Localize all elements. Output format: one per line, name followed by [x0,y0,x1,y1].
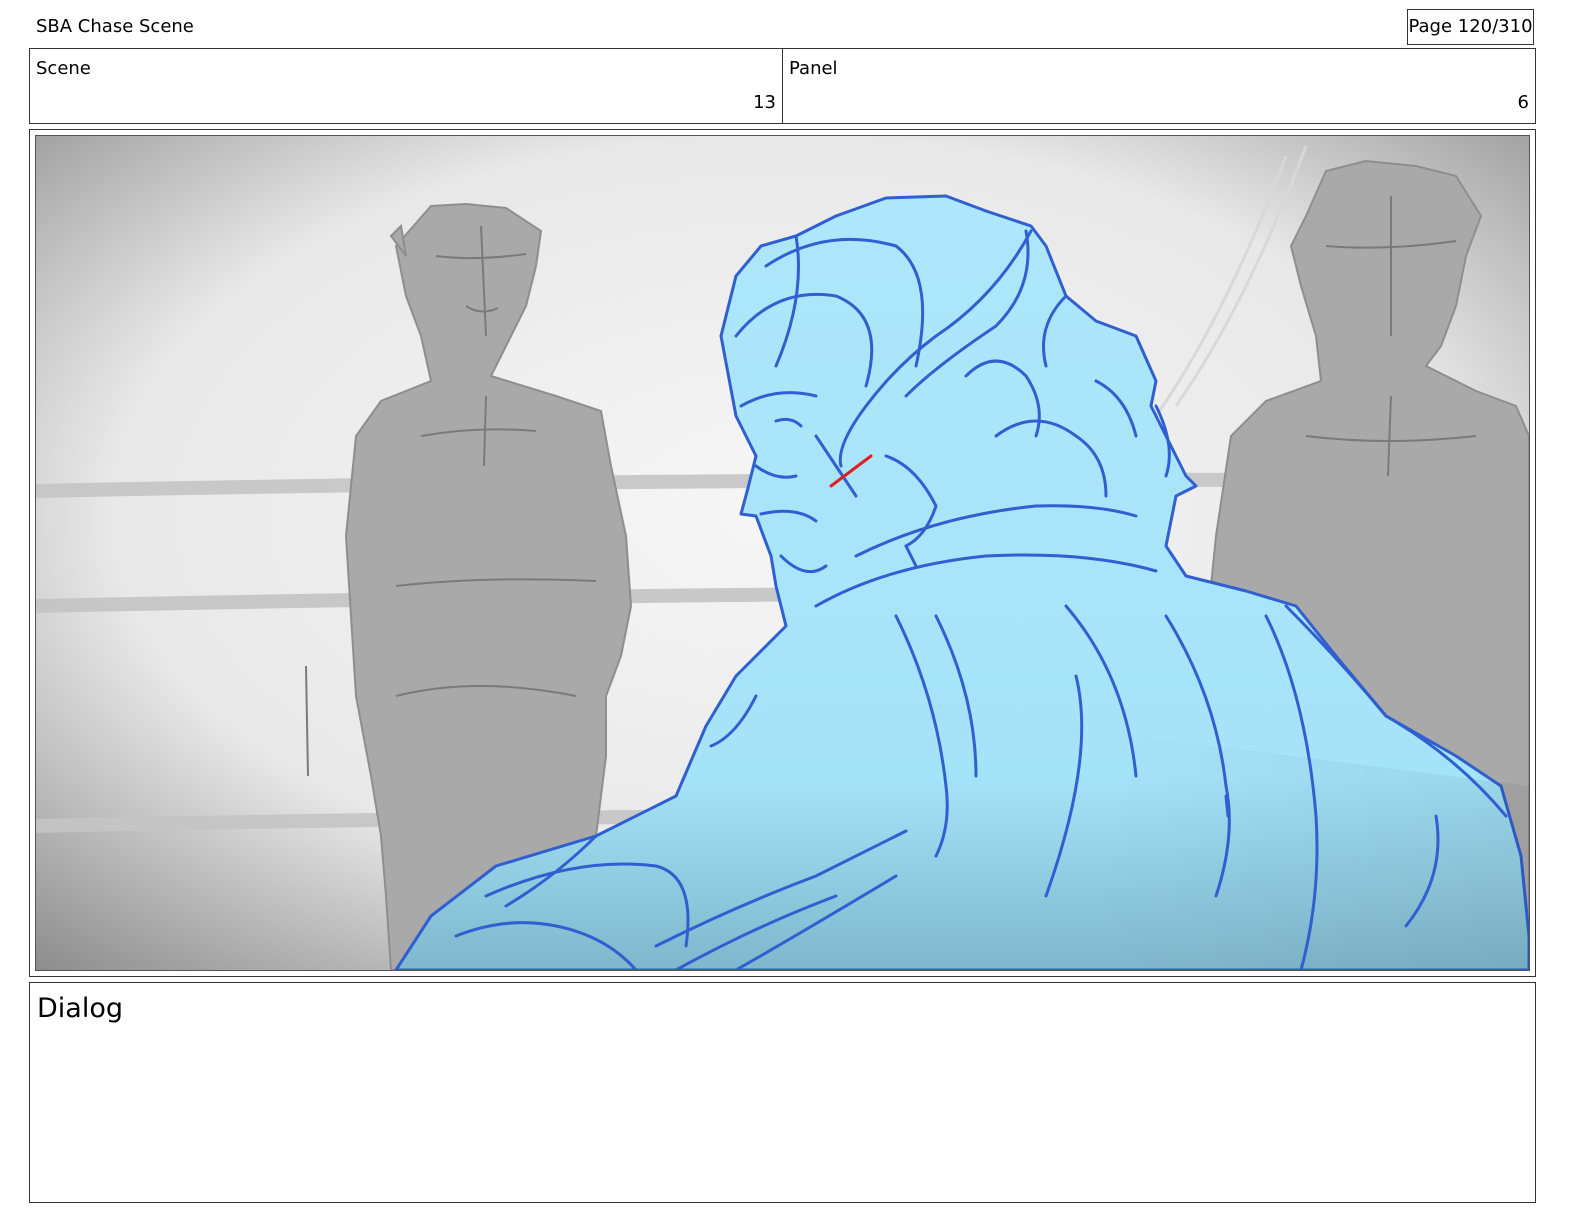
dialog-box: Dialog [29,982,1536,1203]
panel-number: 6 [1517,92,1529,113]
storyboard-title: SBA Chase Scene [36,16,194,37]
dialog-label: Dialog [37,993,123,1024]
page-number: Page 120/310 [1407,9,1534,45]
scene-number: 13 [753,92,776,113]
storyboard-image [35,135,1530,971]
scene-panel-row: Scene 13 Panel 6 [29,48,1536,124]
scene-cell: Scene 13 [30,49,782,123]
panel-label: Panel [789,58,838,79]
panel-cell: Panel 6 [782,49,1535,123]
scene-label: Scene [36,58,91,79]
storyboard-frame [29,129,1536,977]
